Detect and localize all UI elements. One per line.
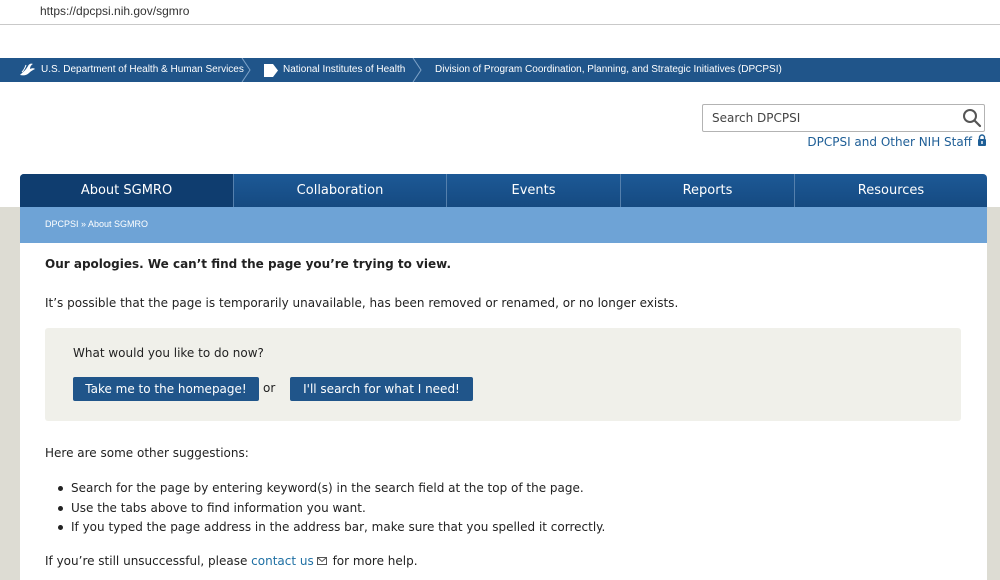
error-description: It’s possible that the page is temporari… [45, 296, 679, 310]
help-text: If you’re still unsuccessful, please con… [45, 554, 418, 568]
homepage-button[interactable]: Take me to the homepage! [73, 377, 259, 401]
help-prefix: If you’re still unsuccessful, please [45, 554, 252, 568]
dpcpsi-link[interactable]: Division of Program Coordination, Planni… [435, 58, 782, 82]
suggestions-list: Search for the page by entering keyword(… [58, 480, 605, 539]
breadcrumb: DPCPSI » About SGMRO [20, 207, 987, 243]
staff-link[interactable]: DPCPSI and Other NIH Staff [807, 135, 972, 149]
lock-icon [978, 134, 986, 146]
browser-address-bar[interactable]: https://dpcpsi.nih.gov/sgmro [0, 0, 1000, 25]
contact-us-link[interactable]: contact us [251, 554, 329, 568]
search-icon[interactable] [962, 108, 982, 128]
url-text[interactable]: https://dpcpsi.nih.gov/sgmro [40, 4, 189, 18]
chevron-separator-icon [241, 58, 251, 82]
list-item: If you typed the page address in the add… [58, 519, 605, 539]
tab-resources[interactable]: Resources [794, 174, 987, 207]
tab-about-sgmro[interactable]: About SGMRO [20, 174, 233, 207]
help-suffix: for more help. [328, 554, 418, 568]
tab-events[interactable]: Events [446, 174, 620, 207]
panel-question: What would you like to do now? [73, 346, 264, 360]
tab-collaboration[interactable]: Collaboration [233, 174, 446, 207]
or-label: or [263, 381, 276, 395]
action-panel: What would you like to do now? Take me t… [45, 328, 961, 421]
list-item: Use the tabs above to find information y… [58, 500, 605, 520]
chevron-separator-icon [412, 58, 422, 82]
site-search [702, 104, 985, 132]
hhs-link[interactable]: U.S. Department of Health & Human Servic… [41, 58, 244, 82]
suggestions-heading: Here are some other suggestions: [45, 446, 249, 460]
search-button[interactable]: I'll search for what I need! [290, 377, 473, 401]
list-item: Search for the page by entering keyword(… [58, 480, 605, 500]
search-input[interactable] [712, 109, 952, 127]
breadcrumb-text[interactable]: DPCPSI » About SGMRO [45, 219, 148, 229]
page-title: Our apologies. We can’t find the page yo… [45, 257, 452, 271]
main-content: DPCPSI » About SGMRO Our apologies. We c… [20, 207, 987, 580]
agency-breadcrumb-bar: U.S. Department of Health & Human Servic… [0, 58, 1000, 82]
nih-logo-icon [264, 64, 278, 77]
tab-reports[interactable]: Reports [620, 174, 794, 207]
mail-icon [316, 557, 327, 565]
nih-link[interactable]: National Institutes of Health [283, 58, 405, 82]
main-navigation: About SGMRO Collaboration Events Reports… [20, 174, 987, 207]
hhs-eagle-logo-icon [20, 63, 35, 76]
